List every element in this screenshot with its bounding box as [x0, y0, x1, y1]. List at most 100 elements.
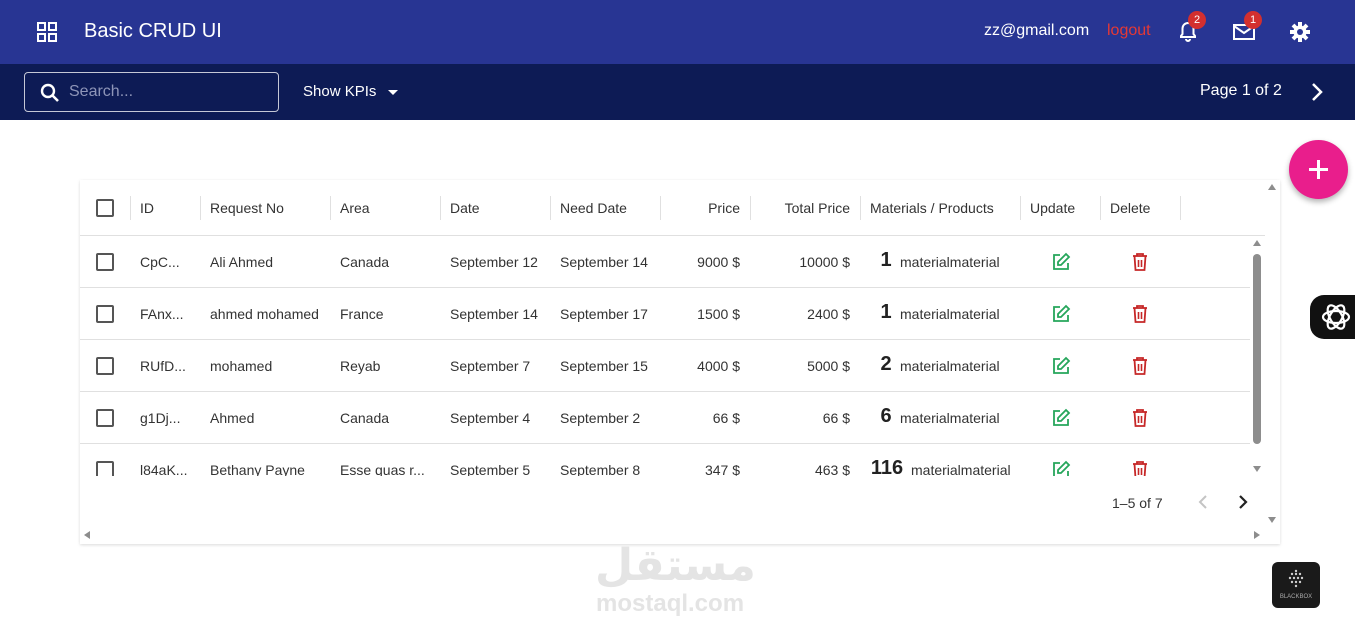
column-need-date[interactable]: Need Date	[560, 200, 627, 216]
row-checkbox[interactable]	[96, 409, 114, 427]
user-email: zz@gmail.com	[984, 22, 1090, 39]
cell-date: September 14	[450, 306, 538, 322]
scroll-down-arrow-icon[interactable]	[1268, 517, 1276, 523]
column-id[interactable]: ID	[140, 200, 154, 216]
cell-total-price: 5000 $	[807, 358, 850, 374]
vertical-scrollbar-thumb[interactable]	[1253, 254, 1261, 444]
app-bar: Basic CRUD UI zz@gmail.com logout 2 1	[0, 0, 1355, 64]
cell-price: 347 $	[704, 462, 740, 476]
column-separator	[330, 196, 331, 220]
edit-icon[interactable]	[1051, 460, 1071, 476]
assistant-icon	[1321, 304, 1351, 330]
delete-icon[interactable]	[1131, 407, 1149, 434]
search-box[interactable]	[24, 72, 279, 112]
side-widget[interactable]	[1310, 295, 1355, 339]
column-area[interactable]: Area	[340, 200, 370, 216]
cell-total-price: 2400 $	[807, 306, 850, 322]
table-row[interactable]: g1Dj... Ahmed Canada September 4 September 2…	[80, 392, 1250, 444]
table-row[interactable]: l84aK... Bethany Payne Esse quas r... Septe…	[80, 444, 1250, 476]
row-checkbox[interactable]	[96, 357, 114, 375]
data-table: ID Request No Area Date Need Date Price …	[80, 180, 1280, 544]
column-total-price[interactable]: Total Price	[760, 200, 850, 216]
cell-quantity: 2	[880, 353, 892, 375]
caret-down-icon	[388, 89, 399, 95]
logout-link[interactable]: logout	[1107, 22, 1151, 40]
delete-icon[interactable]	[1131, 303, 1149, 330]
prev-page-icon[interactable]	[1196, 493, 1210, 511]
search-icon	[40, 83, 59, 102]
table-footer: 1–5 of 7	[80, 477, 1265, 527]
column-separator	[440, 196, 441, 220]
cell-need-date: September 8	[560, 462, 641, 476]
edit-icon[interactable]	[1051, 356, 1071, 381]
cell-materials: materialmaterial	[900, 254, 1000, 270]
scroll-right-arrow-icon[interactable]	[1254, 531, 1260, 539]
notifications-button[interactable]: 2	[1176, 11, 1206, 44]
column-price[interactable]: Price	[670, 200, 740, 216]
table-row[interactable]: FAnx... ahmed mohamed France September 14 Se…	[80, 288, 1250, 340]
cell-need-date: September 14	[560, 254, 648, 270]
cell-quantity: 1	[880, 301, 892, 323]
column-delete[interactable]: Delete	[1110, 200, 1150, 216]
row-checkbox[interactable]	[96, 305, 114, 323]
column-update[interactable]: Update	[1030, 200, 1075, 216]
cell-area: France	[340, 306, 384, 322]
show-kpis-dropdown[interactable]: Show KPIs	[303, 83, 399, 100]
column-request-no[interactable]: Request No	[210, 200, 284, 216]
delete-icon[interactable]	[1131, 459, 1149, 476]
cell-request-no: Ahmed	[210, 410, 255, 426]
cell-materials: materialmaterial	[900, 306, 1000, 322]
cell-date: September 7	[450, 358, 531, 374]
mail-button[interactable]: 1	[1232, 11, 1262, 44]
scroll-up-arrow-icon[interactable]	[1253, 240, 1261, 246]
edit-icon[interactable]	[1051, 252, 1071, 277]
cell-area: Reyab	[340, 358, 381, 374]
settings-button[interactable]	[1288, 20, 1312, 44]
cell-materials: materialmaterial	[911, 462, 1011, 476]
blackbox-label: BLACKBOX	[1279, 594, 1313, 600]
cell-request-no: mohamed	[210, 358, 273, 374]
row-checkbox[interactable]	[96, 253, 114, 271]
cell-date: September 12	[450, 254, 538, 270]
edit-icon[interactable]	[1051, 408, 1071, 433]
scroll-down-arrow-icon[interactable]	[1253, 466, 1261, 472]
column-separator	[860, 196, 861, 220]
apps-icon[interactable]	[37, 22, 57, 42]
scroll-up-arrow-icon[interactable]	[1268, 184, 1276, 190]
cell-total-price: 10000 $	[799, 254, 850, 270]
search-input[interactable]	[69, 81, 269, 103]
blackbox-badge[interactable]: BLACKBOX	[1272, 562, 1320, 608]
cell-need-date: September 2	[560, 410, 641, 426]
column-materials[interactable]: Materials / Products	[870, 200, 994, 216]
cell-id: l84aK...	[140, 462, 188, 476]
delete-icon[interactable]	[1131, 251, 1149, 278]
row-checkbox[interactable]	[96, 461, 114, 476]
cell-request-no: Ali Ahmed	[210, 254, 274, 270]
cell-quantity: 116	[870, 457, 904, 476]
cell-date: September 5	[450, 462, 531, 476]
column-date[interactable]: Date	[450, 200, 480, 216]
cell-request-no: Bethany Payne	[210, 462, 305, 476]
notifications-badge: 2	[1188, 11, 1206, 29]
cell-area: Canada	[340, 254, 390, 270]
pagination-info: 1–5 of 7	[1112, 495, 1163, 511]
table-row[interactable]: CpC... Ali Ahmed Canada September 12 Septemb…	[80, 236, 1250, 288]
cell-need-date: September 15	[560, 358, 648, 374]
cell-id: RUfD...	[140, 358, 186, 374]
table-body: CpC... Ali Ahmed Canada September 12 Septemb…	[80, 236, 1250, 476]
delete-icon[interactable]	[1131, 355, 1149, 382]
cell-price: 1500 $	[697, 306, 740, 322]
add-button[interactable]	[1289, 140, 1348, 199]
blackbox-logo-icon	[1288, 569, 1304, 588]
edit-icon[interactable]	[1051, 304, 1071, 329]
cell-price: 66 $	[712, 410, 740, 426]
table-row[interactable]: RUfD... mohamed Reyab September 7 September …	[80, 340, 1250, 392]
scroll-left-arrow-icon[interactable]	[84, 531, 90, 539]
next-page-icon[interactable]	[1236, 493, 1250, 511]
column-separator	[750, 196, 751, 220]
select-all-checkbox[interactable]	[96, 199, 114, 217]
cell-total-price: 66 $	[822, 410, 850, 426]
next-page-icon[interactable]	[1308, 80, 1328, 104]
cell-id: FAnx...	[140, 306, 184, 322]
toolbar: Show KPIs Page 1 of 2	[0, 64, 1355, 120]
